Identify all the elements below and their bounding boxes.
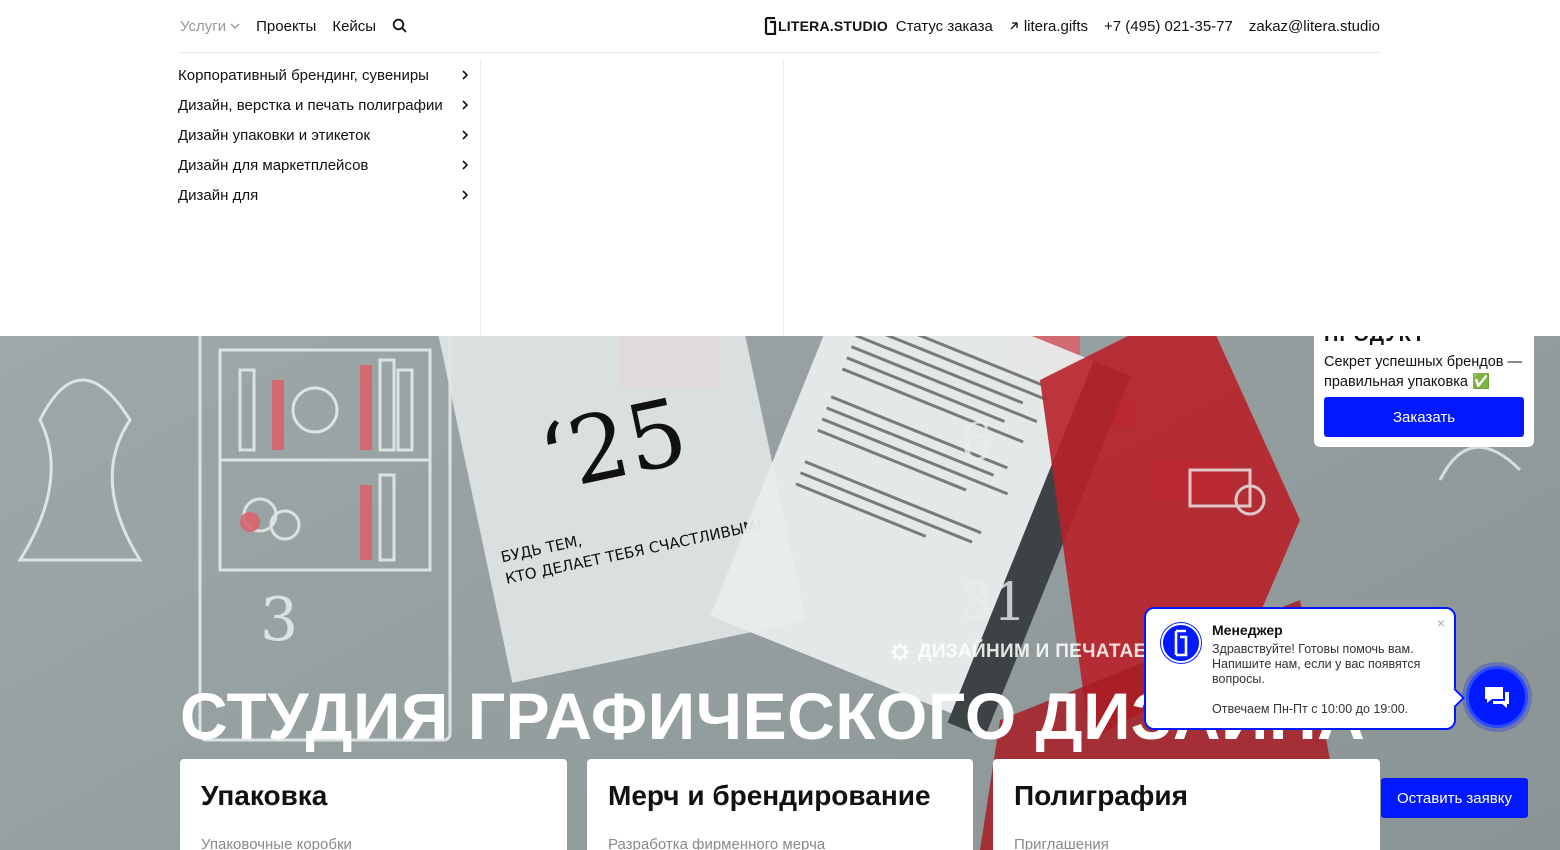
svg-text:6: 6 xyxy=(960,413,993,473)
svg-text:31: 31 xyxy=(960,573,1026,633)
chevron-right-icon xyxy=(462,130,469,140)
nav-services-label: Услуги xyxy=(180,17,227,35)
avatar-logo-icon xyxy=(1161,623,1201,663)
search-icon[interactable] xyxy=(392,18,408,34)
nav-cases[interactable]: Кейсы xyxy=(332,18,376,35)
site-header: Услуги Проекты Кейсы LITERA.STUDIO Стату… xyxy=(0,0,1560,336)
card-merch[interactable]: Мерч и брендирование Разработка фирменно… xyxy=(587,759,973,850)
menu-item-branding[interactable]: Корпоративный брендинг, сувениры xyxy=(178,60,470,90)
menu-item-label: Дизайн для маркетплейсов xyxy=(178,156,369,174)
external-arrow-icon xyxy=(1010,22,1018,30)
chat-bubble-icon xyxy=(1485,687,1509,708)
chevron-right-icon xyxy=(462,160,469,170)
phone-link[interactable]: +7 (495) 021-35-77 xyxy=(1104,18,1233,35)
gear-icon xyxy=(891,643,909,661)
services-dropdown: Корпоративный брендинг, сувениры Дизайн,… xyxy=(178,60,470,210)
logo[interactable]: LITERA.STUDIO xyxy=(764,16,888,36)
header-divider xyxy=(178,52,1380,53)
menu-item-marketplaces[interactable]: Дизайн для маркетплейсов xyxy=(178,150,470,180)
promo-order-button[interactable]: Заказать xyxy=(1324,397,1524,437)
menu-item-label: Дизайн, верстка и печать полиграфии xyxy=(178,96,443,114)
header-contacts: Статус заказа litera.gifts +7 (495) 021-… xyxy=(880,16,1380,36)
order-status-link[interactable]: Статус заказа xyxy=(896,18,993,35)
menu-item-print[interactable]: Дизайн, верстка и печать полиграфии xyxy=(178,90,470,120)
svg-text:3: 3 xyxy=(260,585,298,655)
chat-popup[interactable]: Менеджер Здравствуйте! Готовы помочь вам… xyxy=(1144,607,1456,730)
chat-open-button[interactable] xyxy=(1466,666,1528,728)
chevron-right-icon xyxy=(462,100,469,110)
menu-column-divider xyxy=(480,60,481,336)
card-subtitle[interactable]: Приглашения xyxy=(1014,836,1359,850)
chevron-right-icon xyxy=(462,190,469,200)
chat-hours: Отвечаем Пн-Пт с 10:00 до 19:00. xyxy=(1212,702,1409,716)
card-subtitle[interactable]: Разработка фирменного мерча xyxy=(608,836,952,850)
chat-manager-name: Менеджер xyxy=(1212,622,1283,638)
promo-text: Секрет успешных брендов — правильная упа… xyxy=(1324,354,1522,390)
menu-item-packaging[interactable]: Дизайн упаковки и этикеток xyxy=(178,120,470,150)
card-title: Мерч и брендирование xyxy=(608,780,931,811)
menu-item-label: Корпоративный брендинг, сувениры xyxy=(178,66,429,84)
chat-message: Здравствуйте! Готовы помочь вам. Напишит… xyxy=(1212,642,1421,686)
menu-item-design-for[interactable]: Дизайн для xyxy=(178,180,470,210)
email-link[interactable]: zakaz@litera.studio xyxy=(1249,18,1380,35)
gifts-link-label: litera.gifts xyxy=(1023,17,1089,35)
chevron-down-icon xyxy=(230,23,240,29)
card-subtitle[interactable]: Упаковочные коробки xyxy=(201,836,546,850)
manager-avatar xyxy=(1160,622,1202,664)
menu-item-label: Дизайн упаковки и этикеток xyxy=(178,126,371,144)
menu-column-divider xyxy=(783,60,784,336)
card-title: Полиграфия xyxy=(1014,780,1188,811)
nav-projects[interactable]: Проекты xyxy=(256,18,316,35)
main-nav: Услуги Проекты Кейсы xyxy=(180,16,408,36)
card-print[interactable]: Полиграфия Приглашения xyxy=(993,759,1380,850)
hero-kicker-text: ДИЗАЙНИМ И ПЕЧАТАЕМ Н xyxy=(918,641,1183,662)
card-title: Упаковка xyxy=(201,780,328,811)
logo-mark-icon xyxy=(764,17,777,35)
nav-services[interactable]: Услуги xyxy=(180,18,240,35)
menu-item-label: Дизайн для xyxy=(178,186,259,204)
hero-kicker: ДИЗАЙНИМ И ПЕЧАТАЕМ Н xyxy=(890,640,1182,664)
chevron-right-icon xyxy=(462,70,469,80)
gifts-link[interactable]: litera.gifts xyxy=(1009,18,1088,35)
logo-text: LITERA.STUDIO xyxy=(778,18,888,34)
card-packaging[interactable]: Упаковка Упаковочные коробки xyxy=(180,759,567,850)
close-icon[interactable]: × xyxy=(1437,615,1445,631)
leave-request-button[interactable]: Оставить заявку xyxy=(1381,778,1528,818)
